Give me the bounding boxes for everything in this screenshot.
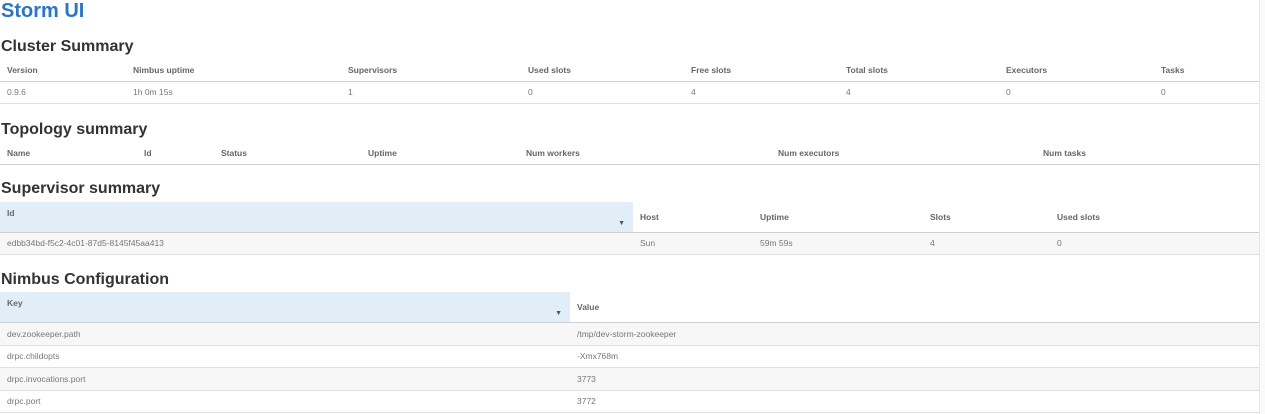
- table-row: drpc.childopts -Xmx768m: [0, 345, 1259, 368]
- cell-supervisor-id: edbb34bd-f5c2-4c01-87d5-8145f45aa413: [0, 232, 633, 255]
- col-key-label: Key: [7, 298, 23, 308]
- supervisor-summary-heading: Supervisor summary: [1, 180, 161, 197]
- col-version[interactable]: Version: [0, 60, 126, 82]
- col-supervisor-id[interactable]: Id ▼: [0, 202, 633, 233]
- col-executors[interactable]: Executors: [999, 60, 1154, 82]
- col-name[interactable]: Name: [0, 143, 137, 165]
- col-supervisors[interactable]: Supervisors: [341, 60, 521, 82]
- col-status[interactable]: Status: [214, 143, 361, 165]
- topology-summary-table: Name Id Status Uptime Num workers Num ex…: [0, 143, 1259, 165]
- cell-host: Sun: [633, 232, 753, 255]
- col-uptime[interactable]: Uptime: [361, 143, 519, 165]
- col-num-workers[interactable]: Num workers: [519, 143, 771, 165]
- col-host[interactable]: Host: [633, 202, 753, 233]
- topology-header-row: Name Id Status Uptime Num workers Num ex…: [0, 143, 1259, 165]
- cell-supervisor-uptime: 59m 59s: [753, 232, 923, 255]
- table-row: drpc.port 3772: [0, 390, 1259, 413]
- col-slots[interactable]: Slots: [923, 202, 1050, 233]
- cell-key: drpc.childopts: [0, 345, 570, 368]
- nimbus-header-row: Key ▼ Value: [0, 292, 1259, 323]
- cell-tasks: 0: [1154, 81, 1259, 104]
- cell-supervisors: 1: [341, 81, 521, 104]
- supervisor-summary-table: Id ▼ Host Uptime Slots Used slots edbb34…: [0, 202, 1259, 255]
- cell-free-slots: 4: [684, 81, 839, 104]
- table-row: 0.9.6 1h 0m 15s 1 0 4 4 0 0: [0, 81, 1259, 104]
- sort-descending-caret-icon: ▼: [618, 219, 625, 227]
- cell-value: -Xmx768m: [570, 345, 1259, 368]
- cell-executors: 0: [999, 81, 1154, 104]
- cell-supervisor-used-slots: 0: [1050, 232, 1259, 255]
- cell-value: 3773: [570, 367, 1259, 391]
- cluster-summary-table: Version Nimbus uptime Supervisors Used s…: [0, 60, 1259, 104]
- col-tasks[interactable]: Tasks: [1154, 60, 1259, 82]
- cell-used-slots: 0: [521, 81, 684, 104]
- col-nimbus-uptime[interactable]: Nimbus uptime: [126, 60, 341, 82]
- supervisor-header-row: Id ▼ Host Uptime Slots Used slots: [0, 202, 1259, 233]
- cell-value: 3772: [570, 390, 1259, 413]
- table-row: drpc.invocations.port 3773: [0, 367, 1259, 391]
- col-supervisor-used-slots[interactable]: Used slots: [1050, 202, 1259, 233]
- cell-key: drpc.port: [0, 390, 570, 413]
- col-value[interactable]: Value: [570, 292, 1259, 323]
- col-num-tasks[interactable]: Num tasks: [1036, 143, 1259, 165]
- table-row: edbb34bd-f5c2-4c01-87d5-8145f45aa413 Sun…: [0, 232, 1259, 255]
- topology-summary-heading: Topology summary: [1, 121, 148, 138]
- cluster-header-row: Version Nimbus uptime Supervisors Used s…: [0, 60, 1259, 82]
- sort-descending-caret-icon: ▼: [555, 309, 562, 317]
- col-supervisor-uptime[interactable]: Uptime: [753, 202, 923, 233]
- cell-key: drpc.invocations.port: [0, 367, 570, 391]
- cell-nimbus-uptime: 1h 0m 15s: [126, 81, 341, 104]
- nimbus-configuration-table: Key ▼ Value dev.zookeeper.path /tmp/dev-…: [0, 292, 1259, 413]
- cell-version: 0.9.6: [0, 81, 126, 104]
- col-key[interactable]: Key ▼: [0, 292, 570, 323]
- col-used-slots[interactable]: Used slots: [521, 60, 684, 82]
- table-row: dev.zookeeper.path /tmp/dev-storm-zookee…: [0, 322, 1259, 346]
- cell-total-slots: 4: [839, 81, 999, 104]
- window-scrollbar[interactable]: [1259, 0, 1265, 414]
- col-supervisor-id-label: Id: [7, 208, 15, 218]
- app-title: Storm UI: [1, 0, 85, 22]
- nimbus-configuration-heading: Nimbus Configuration: [1, 271, 169, 288]
- cluster-summary-heading: Cluster Summary: [1, 38, 134, 55]
- cell-key: dev.zookeeper.path: [0, 322, 570, 346]
- col-num-executors[interactable]: Num executors: [771, 143, 1036, 165]
- col-total-slots[interactable]: Total slots: [839, 60, 999, 82]
- col-id[interactable]: Id: [137, 143, 214, 165]
- col-free-slots[interactable]: Free slots: [684, 60, 839, 82]
- cell-value: /tmp/dev-storm-zookeeper: [570, 322, 1259, 346]
- cell-slots: 4: [923, 232, 1050, 255]
